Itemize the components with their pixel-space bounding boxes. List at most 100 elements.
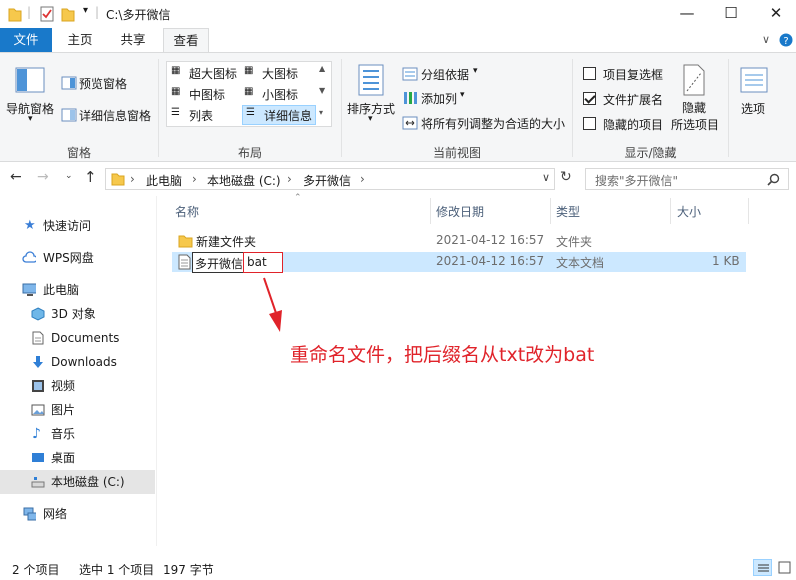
sidebar-item-label: 3D 对象: [51, 307, 96, 321]
pane-divider[interactable]: [156, 196, 157, 546]
hidden-items-checkbox[interactable]: [583, 117, 596, 130]
column-divider[interactable]: [748, 198, 749, 224]
layout-extra-large-icons[interactable]: 超大图标: [189, 65, 237, 82]
group-label-show-hide: 显示/隐藏: [624, 146, 677, 160]
sidebar-item-label: WPS网盘: [43, 251, 94, 265]
ribbon-view: 导航窗格 ▾ 预览窗格 详细信息窗格 窗格 ▦ 超大图标 ▦ 大图标 ▦ 中图标…: [0, 52, 796, 162]
group-by-button[interactable]: 分组依据: [421, 66, 469, 83]
sidebar-item-local-disk[interactable]: 本地磁盘 (C:): [0, 470, 155, 494]
sidebar-item-music[interactable]: ♪ 音乐: [0, 422, 155, 446]
file-size: 1 KB: [712, 254, 740, 268]
gallery-scroll-up-icon[interactable]: ▲: [319, 64, 325, 73]
column-divider[interactable]: [550, 198, 551, 224]
sidebar-item-wps-cloud[interactable]: WPS网盘: [0, 246, 155, 270]
preview-pane-button[interactable]: 预览窗格: [79, 75, 127, 92]
sidebar-item-label: 视频: [51, 379, 76, 393]
minimize-button[interactable]: —: [664, 0, 710, 28]
sort-by-dropdown-icon[interactable]: ▾: [368, 114, 373, 124]
sidebar-item-videos[interactable]: 视频: [0, 374, 155, 398]
sidebar-item-downloads[interactable]: Downloads: [0, 350, 155, 374]
group-by-dropdown-icon[interactable]: ▾: [473, 66, 478, 76]
column-divider[interactable]: [430, 198, 431, 224]
file-modified: 2021-04-12 16:57: [436, 254, 545, 268]
address-bar[interactable]: › 此电脑 › 本地磁盘 (C:) › 多开微信 › ∨: [105, 168, 555, 190]
maximize-button[interactable]: ☐: [708, 0, 754, 28]
details-view-icon[interactable]: [753, 559, 772, 576]
sidebar-item-this-pc[interactable]: 此电脑: [0, 278, 155, 302]
column-header-name[interactable]: 名称: [175, 203, 199, 225]
sidebar-item-documents[interactable]: Documents: [0, 326, 155, 350]
gallery-scroll-down-icon[interactable]: ▼: [319, 86, 325, 95]
layout-details[interactable]: 详细信息: [264, 107, 312, 124]
refresh-icon[interactable]: ↻: [560, 169, 572, 185]
tab-home[interactable]: 主页: [57, 28, 103, 52]
layout-list[interactable]: 列表: [189, 107, 213, 124]
file-row-folder[interactable]: 新建文件夹 2021-04-12 16:57 文件夹: [172, 231, 746, 251]
new-folder-icon[interactable]: [61, 6, 75, 22]
column-header-modified[interactable]: 修改日期: [436, 203, 484, 225]
item-checkboxes-checkbox[interactable]: [583, 67, 596, 80]
sidebar-item-label: 音乐: [51, 427, 76, 441]
add-column-button[interactable]: 添加列: [421, 90, 457, 107]
file-extensions-checkbox[interactable]: [583, 92, 596, 105]
desktop-icon: [32, 453, 44, 462]
details-pane-button[interactable]: 详细信息窗格: [79, 107, 151, 124]
large-icons-view-icon[interactable]: [776, 559, 793, 576]
navigation-pane: ★ 快速访问 WPS网盘 此电脑 3D 对象 Documents Downloa…: [0, 196, 155, 546]
layout-gallery: ▦ 超大图标 ▦ 大图标 ▦ 中图标 ▦ 小图标 ☰ 列表 ☰ 详细信息 ▲ ▼…: [166, 61, 332, 127]
group-divider: [341, 59, 342, 157]
tab-file[interactable]: 文件: [0, 28, 52, 52]
breadcrumb-local-disk[interactable]: 本地磁盘 (C:): [207, 172, 281, 189]
back-arrow-icon[interactable]: ←: [10, 169, 22, 185]
gallery-expand-icon[interactable]: ▾: [319, 108, 323, 117]
search-icon[interactable]: [767, 173, 780, 186]
folder-icon: [111, 173, 125, 186]
close-button[interactable]: ✕: [753, 0, 796, 28]
column-divider[interactable]: [670, 198, 671, 224]
hide-selected-button[interactable]: 隐藏: [682, 99, 706, 116]
recent-locations-icon[interactable]: ⌄: [65, 171, 73, 181]
sidebar-item-quick-access[interactable]: ★ 快速访问: [0, 214, 155, 238]
customize-qat-icon[interactable]: ▾: [83, 5, 88, 16]
help-icon[interactable]: ?: [779, 33, 793, 47]
address-dropdown-icon[interactable]: ∨: [542, 171, 550, 184]
status-item-count: 2 个项目: [12, 563, 60, 577]
item-checkboxes-label: 项目复选框: [603, 68, 664, 82]
layout-small-icons[interactable]: 小图标: [262, 86, 298, 103]
layout-medium-icons[interactable]: 中图标: [189, 86, 225, 103]
tab-view[interactable]: 查看: [163, 28, 209, 53]
breadcrumb-separator-icon[interactable]: ›: [130, 172, 135, 186]
search-input[interactable]: 搜索"多开微信": [585, 168, 789, 190]
sidebar-item-pictures[interactable]: 图片: [0, 398, 155, 422]
folder-icon[interactable]: [8, 6, 22, 22]
up-arrow-icon[interactable]: ↑: [84, 168, 97, 186]
rename-base-name: 多开微信: [195, 257, 244, 271]
collapse-ribbon-icon[interactable]: ∨: [762, 33, 770, 46]
sidebar-item-network[interactable]: 网络: [0, 502, 155, 526]
breadcrumb-current-folder[interactable]: 多开微信: [303, 172, 351, 189]
breadcrumb-separator-icon[interactable]: ›: [192, 172, 197, 186]
breadcrumb-separator-icon[interactable]: ›: [360, 172, 365, 186]
hide-selected-button-line2[interactable]: 所选项目: [671, 116, 719, 133]
breadcrumb-separator-icon[interactable]: ›: [287, 172, 292, 186]
document-icon: [32, 331, 44, 345]
breadcrumb-this-pc[interactable]: 此电脑: [146, 172, 182, 189]
add-column-dropdown-icon[interactable]: ▾: [460, 90, 465, 100]
status-selected-count: 选中 1 个项目: [79, 563, 155, 577]
column-header-size[interactable]: 大小: [677, 203, 701, 225]
properties-icon[interactable]: [39, 6, 55, 22]
nav-pane-dropdown-icon[interactable]: ▾: [28, 114, 33, 124]
options-button[interactable]: 选项: [741, 100, 765, 117]
sidebar-item-desktop[interactable]: 桌面: [0, 446, 155, 470]
navigation-pane-icon[interactable]: [15, 65, 45, 95]
layout-large-icons[interactable]: 大图标: [262, 65, 298, 82]
sidebar-item-3d-objects[interactable]: 3D 对象: [0, 302, 155, 326]
sort-ascending-icon: ⌃: [294, 193, 302, 203]
network-icon: [23, 507, 36, 521]
details-pane-icon: [61, 108, 77, 122]
tab-share[interactable]: 共享: [110, 28, 156, 52]
column-header-type[interactable]: 类型: [556, 203, 580, 225]
forward-arrow-icon[interactable]: →: [37, 169, 49, 185]
fit-columns-button[interactable]: 将所有列调整为合适的大小: [421, 115, 565, 132]
sidebar-item-label: 快速访问: [43, 219, 92, 233]
